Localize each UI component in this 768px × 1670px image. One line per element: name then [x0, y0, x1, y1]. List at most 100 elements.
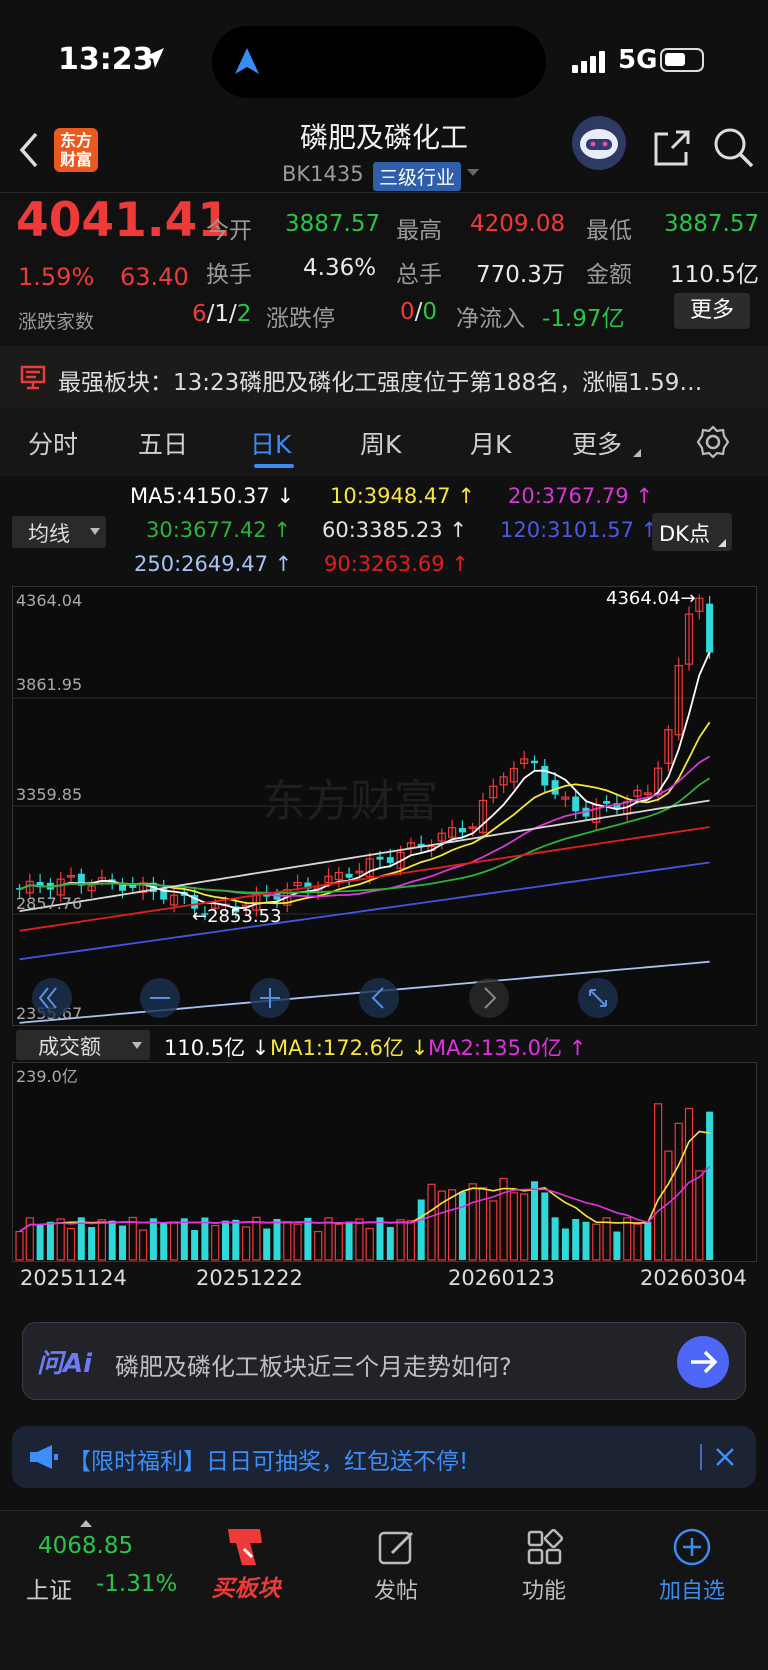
volume-bar — [345, 1221, 353, 1260]
tab-five-day[interactable]: 五日 — [138, 425, 188, 461]
amount-value: 110.5亿 — [670, 262, 759, 288]
quote-panel: 4041.41 1.59% 63.40 涨跌家数 6/1/2 今开 3887.5… — [0, 193, 768, 343]
low-label: 最低 — [586, 218, 632, 244]
nav-add-watchlist[interactable]: 加自选 — [642, 1521, 742, 1631]
turnover-value: 4.36% — [303, 255, 377, 281]
turnover-label: 换手 — [206, 262, 252, 288]
more-button[interactable]: 更多 — [674, 293, 750, 329]
high-value: 4209.08 — [470, 211, 566, 237]
ma250-value: 250:2649.47 ↑ — [134, 552, 293, 576]
y-tick-label: 4364.04 — [16, 591, 82, 610]
ma10-value: 10:3948.47 ↑ — [330, 484, 475, 508]
date-label: 20260123 — [448, 1266, 555, 1290]
volume-bar — [232, 1219, 240, 1260]
volume-bar — [46, 1221, 54, 1260]
index-value[interactable]: 4068.85 — [38, 1533, 133, 1559]
volume-ma2: MA2:135.0亿 ↑ — [428, 1036, 587, 1060]
tab-daily-k[interactable]: 日K — [250, 425, 291, 461]
nav-add-label: 加自选 — [658, 1579, 725, 1604]
candle-body — [572, 796, 580, 812]
news-ticker[interactable]: 最强板块：13:23磷肥及磷化工强度位于第188名，涨幅1.59… — [0, 346, 768, 408]
nav-functions[interactable]: 功能 — [494, 1521, 594, 1631]
expand-caret-icon[interactable] — [80, 1519, 92, 1527]
settings-gear-icon[interactable] — [695, 424, 731, 460]
nav-buy-sector[interactable]: 买板块 — [196, 1521, 296, 1631]
index-percent[interactable]: -1.31% — [96, 1571, 177, 1597]
promo-banner[interactable]: 【限时福利】日日可抽奖，红包送不停! — [12, 1426, 756, 1488]
y-tick-label: 2857.76 — [16, 894, 82, 913]
volume-indicator-selector[interactable]: 成交额 — [16, 1030, 150, 1060]
netflow-value: -1.97亿 — [542, 306, 625, 332]
candle-body — [386, 857, 394, 863]
assistant-avatar-icon[interactable] — [572, 116, 626, 170]
limit-values: 0/0 — [400, 299, 438, 325]
fullscreen-button[interactable] — [578, 978, 618, 1018]
sector-level-tag[interactable]: 三级行业 — [373, 162, 462, 191]
candlestick-chart[interactable]: 东方财富 4364.04 3861.95 3359.85 2857.76 235… — [12, 586, 757, 1026]
volume-bar — [531, 1181, 538, 1260]
tab-weekly-k[interactable]: 周K — [360, 425, 401, 461]
share-icon[interactable] — [652, 128, 692, 168]
volume-bar — [386, 1227, 394, 1260]
promo-text: 【限时福利】日日可抽奖，红包送不停! — [68, 1449, 469, 1475]
volume-bar — [201, 1217, 209, 1260]
search-icon[interactable] — [712, 126, 756, 170]
candle-body — [458, 827, 466, 833]
header: 东方 财富 磷肥及磷化工 BK1435 三级行业 — [0, 110, 768, 192]
close-icon[interactable] — [714, 1446, 736, 1468]
more-caret-icon — [633, 449, 641, 457]
arrow-right-icon — [691, 1350, 718, 1374]
volume-bar — [160, 1222, 168, 1260]
high-marker-label: 4364.04→ — [606, 588, 696, 609]
volume-bar — [263, 1228, 271, 1260]
tab-intraday[interactable]: 分时 — [28, 425, 78, 461]
bottom-nav: 4068.85 上证 -1.31% 买板块 发帖 功能 加自选 — [0, 1510, 768, 1670]
amount-label: 金额 — [586, 262, 632, 288]
ma90-value: 90:3263.69 ↑ — [324, 552, 469, 576]
nav-post[interactable]: 发帖 — [346, 1521, 446, 1631]
volume-bar — [644, 1221, 652, 1260]
nav-post-label: 发帖 — [373, 1579, 418, 1604]
indicator-selector[interactable]: 均线 — [12, 516, 106, 548]
volume-bar — [706, 1111, 714, 1260]
volume-chart[interactable]: 239.0亿 — [12, 1062, 757, 1262]
dk-point-button[interactable]: DK点 — [652, 513, 732, 551]
candle-body — [345, 873, 353, 878]
zoom-out-far-button[interactable] — [32, 978, 72, 1018]
scroll-left-button[interactable] — [359, 978, 399, 1018]
candle-body — [541, 765, 549, 786]
nav-buy-label: 买板块 — [211, 1576, 281, 1602]
breadth-values: 6/1/2 — [192, 301, 252, 327]
ma30-value: 30:3677.42 ↑ — [146, 518, 291, 542]
open-value: 3887.57 — [285, 211, 381, 237]
ma120-value: 120:3101.57 ↑ — [500, 518, 659, 542]
edit-icon — [378, 1531, 414, 1565]
dk-caret-icon — [718, 539, 726, 547]
breadth-label: 涨跌家数 — [18, 311, 95, 333]
ma-legend: 均线 MA5:4150.37 ↓ 10:3948.47 ↑ 20:3767.79… — [0, 476, 768, 586]
candle-body — [376, 856, 384, 860]
candle-body — [129, 885, 137, 888]
scroll-right-button[interactable] — [469, 978, 509, 1018]
low-value: 3887.57 — [664, 211, 760, 237]
dynamic-island — [212, 26, 546, 98]
volume-bar — [572, 1218, 580, 1260]
y-tick-label: 3359.85 — [16, 785, 82, 804]
location-arrow-icon — [144, 48, 164, 68]
dropdown-caret-icon[interactable] — [466, 168, 480, 178]
index-name[interactable]: 上证 — [26, 1571, 72, 1605]
tab-more[interactable]: 更多 — [572, 425, 622, 461]
ai-send-button[interactable] — [677, 1336, 729, 1388]
volume-bar — [376, 1217, 384, 1260]
tab-monthly-k[interactable]: 月K — [470, 425, 511, 461]
ai-ask-box[interactable]: 问Ai 磷肥及磷化工板块近三个月走势如何? — [22, 1322, 746, 1400]
candle-body — [551, 780, 559, 795]
volume-max-label: 239.0亿 — [16, 1067, 78, 1086]
zoom-out-button[interactable] — [140, 978, 180, 1018]
high-label: 最高 — [396, 218, 442, 244]
volume-bar — [149, 1218, 157, 1260]
zoom-in-button[interactable] — [250, 978, 290, 1018]
volume-caret-icon — [132, 1042, 142, 1049]
volume-bar — [119, 1225, 126, 1260]
date-label: 20260304 — [640, 1266, 747, 1290]
